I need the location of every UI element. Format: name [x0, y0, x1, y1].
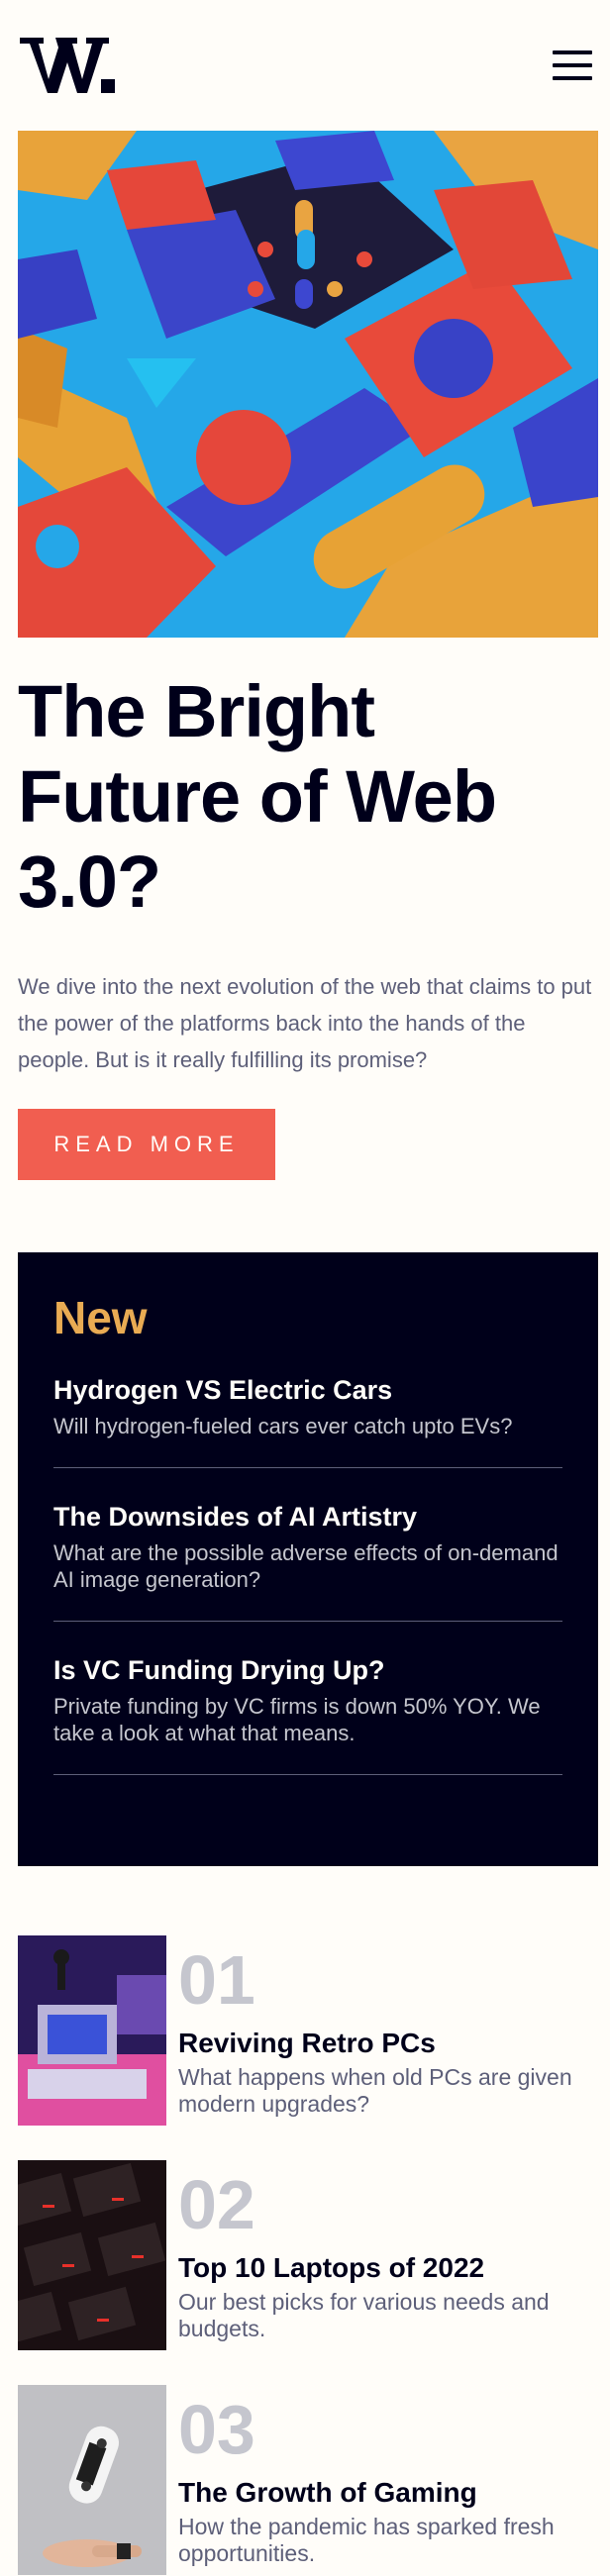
- new-panel: New Hydrogen VS Electric Cars Will hydro…: [18, 1252, 598, 1866]
- article-desc: Our best picks for various needs and bud…: [178, 2289, 550, 2341]
- article-desc: What happens when old PCs are given mode…: [178, 2064, 572, 2117]
- article-title[interactable]: Top 10 Laptops of 2022: [178, 2251, 598, 2285]
- article-thumbnail-retro-pcs[interactable]: [18, 1935, 166, 2126]
- hero-image: [18, 131, 598, 638]
- logo-w-icon: [20, 38, 115, 93]
- article-body: 03 The Growth of Gaming How the pandemic…: [166, 2385, 598, 2575]
- menu-bar-bottom: [553, 76, 592, 80]
- menu-bar-top: [553, 50, 592, 54]
- new-item-title[interactable]: The Downsides of AI Artistry: [53, 1500, 562, 1534]
- article-body: 01 Reviving Retro PCs What happens when …: [166, 1935, 598, 2126]
- new-item[interactable]: Hydrogen VS Electric Cars Will hydrogen-…: [53, 1373, 562, 1468]
- article-title[interactable]: The Growth of Gaming: [178, 2476, 598, 2510]
- hero-headline: The Bright Future of Web 3.0?: [18, 670, 497, 923]
- read-more-button[interactable]: READ MORE: [18, 1109, 275, 1180]
- article-number: 01: [178, 1941, 255, 2019]
- new-item-desc: Private funding by VC firms is down 50% …: [53, 1694, 541, 1745]
- new-item[interactable]: Is VC Funding Drying Up? Private funding…: [53, 1653, 562, 1775]
- article-card[interactable]: 01 Reviving Retro PCs What happens when …: [18, 1935, 598, 2126]
- new-item[interactable]: The Downsides of AI Artistry What are th…: [53, 1500, 562, 1622]
- menu-bar-middle: [553, 63, 592, 67]
- article-body: 02 Top 10 Laptops of 2022 Our best picks…: [166, 2160, 598, 2350]
- new-item-desc: Will hydrogen-fueled cars ever catch upt…: [53, 1414, 513, 1438]
- game-controller-image: [18, 2385, 166, 2575]
- hero-intro: We dive into the next evolution of the w…: [18, 974, 592, 1072]
- article-thumbnail-gaming[interactable]: [18, 2385, 166, 2575]
- laptop-keyboard-image: [18, 2160, 166, 2350]
- abstract-3d-blocks-image: [18, 131, 598, 638]
- article-desc: How the pandemic has sparked fresh oppor…: [178, 2514, 555, 2566]
- article-thumbnail-laptops[interactable]: [18, 2160, 166, 2350]
- article-number: 03: [178, 2391, 255, 2468]
- new-item-title[interactable]: Hydrogen VS Electric Cars: [53, 1373, 562, 1407]
- article-title[interactable]: Reviving Retro PCs: [178, 2027, 598, 2060]
- new-item-title[interactable]: Is VC Funding Drying Up?: [53, 1653, 562, 1687]
- hamburger-menu-button[interactable]: [553, 50, 592, 80]
- article-number: 02: [178, 2166, 255, 2243]
- article-card[interactable]: 03 The Growth of Gaming How the pandemic…: [18, 2385, 598, 2575]
- retro-pc-image: [18, 1935, 166, 2126]
- new-panel-title: New: [53, 1292, 148, 1343]
- new-item-desc: What are the possible adverse effects of…: [53, 1540, 559, 1592]
- article-card[interactable]: 02 Top 10 Laptops of 2022 Our best picks…: [18, 2160, 598, 2350]
- site-logo[interactable]: [18, 36, 117, 95]
- site-header: [0, 0, 610, 131]
